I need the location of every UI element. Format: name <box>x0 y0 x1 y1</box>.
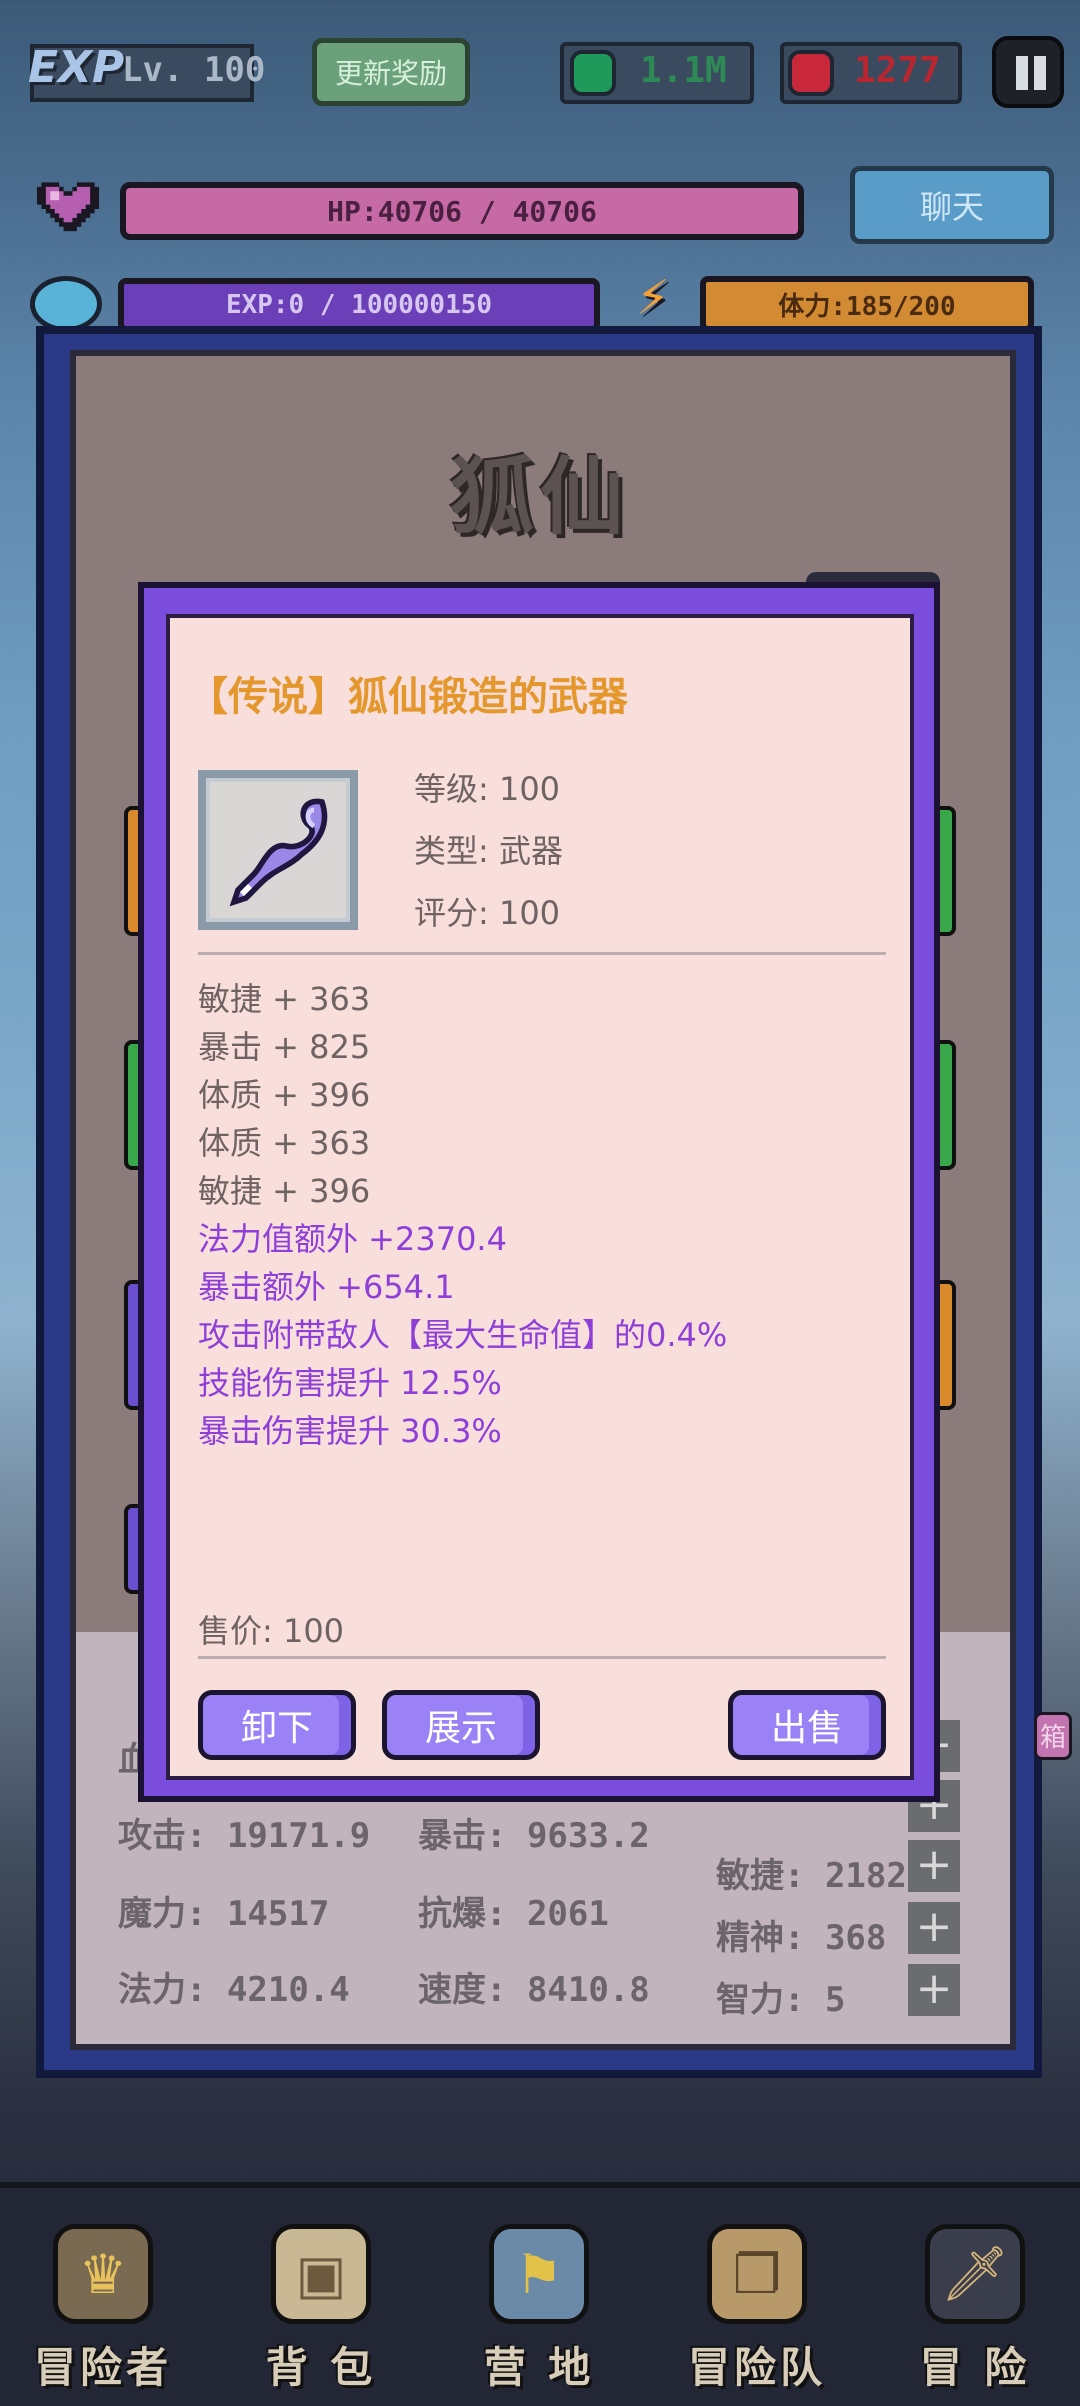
stat-speed: 速度: 8410.8 <box>418 1970 650 2010</box>
crown-icon: ♛ <box>53 2224 153 2324</box>
camp-banner-icon: ⚑ <box>489 2224 589 2324</box>
item-bonus-attribute: 技能伤害提升 12.5% <box>198 1364 502 1402</box>
stat-crit: 暴击: 9633.2 <box>418 1816 650 1856</box>
character-title: 狐仙 <box>449 448 630 546</box>
nav-adventure[interactable]: 🗡 冒 险 <box>880 2210 1070 2395</box>
hp-bar: HP:40706 / 40706 <box>120 182 804 240</box>
exp-logo: EXP <box>28 42 125 93</box>
emerald-amount: 1.1M <box>640 50 727 91</box>
lightning-icon: ⚡ <box>636 270 670 326</box>
item-attribute: 体质 + 363 <box>198 1124 371 1162</box>
ruby-icon <box>788 50 834 96</box>
heart-icon <box>37 182 99 232</box>
stamina-bar: 体力:185/200 <box>700 276 1034 332</box>
nav-label: 营 地 <box>483 2343 595 2392</box>
item-sell-price: 售价: 100 <box>198 1612 345 1650</box>
unequip-button[interactable]: 卸下 <box>198 1690 356 1760</box>
item-name: 【传说】狐仙锻造的武器 <box>188 674 628 720</box>
item-attribute: 敏捷 + 363 <box>198 980 371 1018</box>
exp-orb-icon <box>30 276 102 332</box>
show-item-button[interactable]: 展示 <box>382 1690 540 1760</box>
item-bonus-attribute: 暴击额外 +654.1 <box>198 1268 455 1306</box>
nav-label: 冒险者 <box>33 2343 172 2392</box>
item-type: 类型: 武器 <box>414 832 563 870</box>
book-icon: ❐ <box>707 2224 807 2324</box>
ruby-amount: 1277 <box>854 50 941 91</box>
divider <box>198 952 886 955</box>
item-attribute: 敏捷 + 396 <box>198 1172 371 1210</box>
stat-mana: 法力: 4210.4 <box>118 1970 350 2010</box>
player-level: Lv. 100 <box>122 50 266 90</box>
stat-magic: 魔力: 14517 <box>118 1894 330 1934</box>
nav-label: 背 包 <box>265 2343 377 2392</box>
divider <box>198 1656 886 1659</box>
item-icon-frame <box>198 770 358 930</box>
side-tag[interactable]: 箱 <box>1034 1712 1072 1760</box>
add-stat-button[interactable]: + <box>908 1964 960 2016</box>
item-level: 等级: 100 <box>414 770 561 808</box>
update-reward-button[interactable]: 更新奖励 <box>312 38 470 106</box>
nav-label: 冒险队 <box>687 2343 826 2392</box>
chat-button[interactable]: 聊天 <box>850 166 1054 244</box>
stat-intellect: 智力: 5 <box>716 1980 846 2020</box>
stat-agility: 敏捷: 2182 <box>716 1856 907 1896</box>
item-score: 评分: 100 <box>414 894 561 932</box>
weapon-staff-icon <box>229 798 328 907</box>
pause-button[interactable] <box>992 36 1064 108</box>
emerald-icon <box>570 50 616 96</box>
nav-backpack[interactable]: ▣ 背 包 <box>226 2210 416 2395</box>
add-stat-button[interactable]: + <box>908 1840 960 1892</box>
nav-party[interactable]: ❐ 冒险队 <box>662 2210 852 2395</box>
stat-spirit: 精神: 368 <box>716 1918 887 1958</box>
stat-attack: 攻击: 19171.9 <box>118 1816 371 1856</box>
nav-adventurer[interactable]: ♛ 冒险者 <box>8 2210 198 2395</box>
sell-button[interactable]: 出售 <box>728 1690 886 1760</box>
item-bonus-attribute: 攻击附带敌人【最大生命值】的0.4% <box>198 1316 728 1354</box>
item-attribute: 暴击 + 825 <box>198 1028 371 1066</box>
nav-camp[interactable]: ⚑ 营 地 <box>444 2210 634 2395</box>
exp-bar: EXP:0 / 100000150 <box>118 278 600 332</box>
stat-crit-resist: 抗爆: 2061 <box>418 1894 609 1934</box>
item-bonus-attribute: 法力值额外 +2370.4 <box>198 1220 507 1258</box>
sword-icon: 🗡 <box>925 2224 1025 2324</box>
item-attribute: 体质 + 396 <box>198 1076 371 1114</box>
add-stat-button[interactable]: + <box>908 1902 960 1954</box>
item-bonus-attribute: 暴击伤害提升 30.3% <box>198 1412 502 1450</box>
nav-label: 冒 险 <box>919 2343 1031 2392</box>
backpack-icon: ▣ <box>271 2224 371 2324</box>
